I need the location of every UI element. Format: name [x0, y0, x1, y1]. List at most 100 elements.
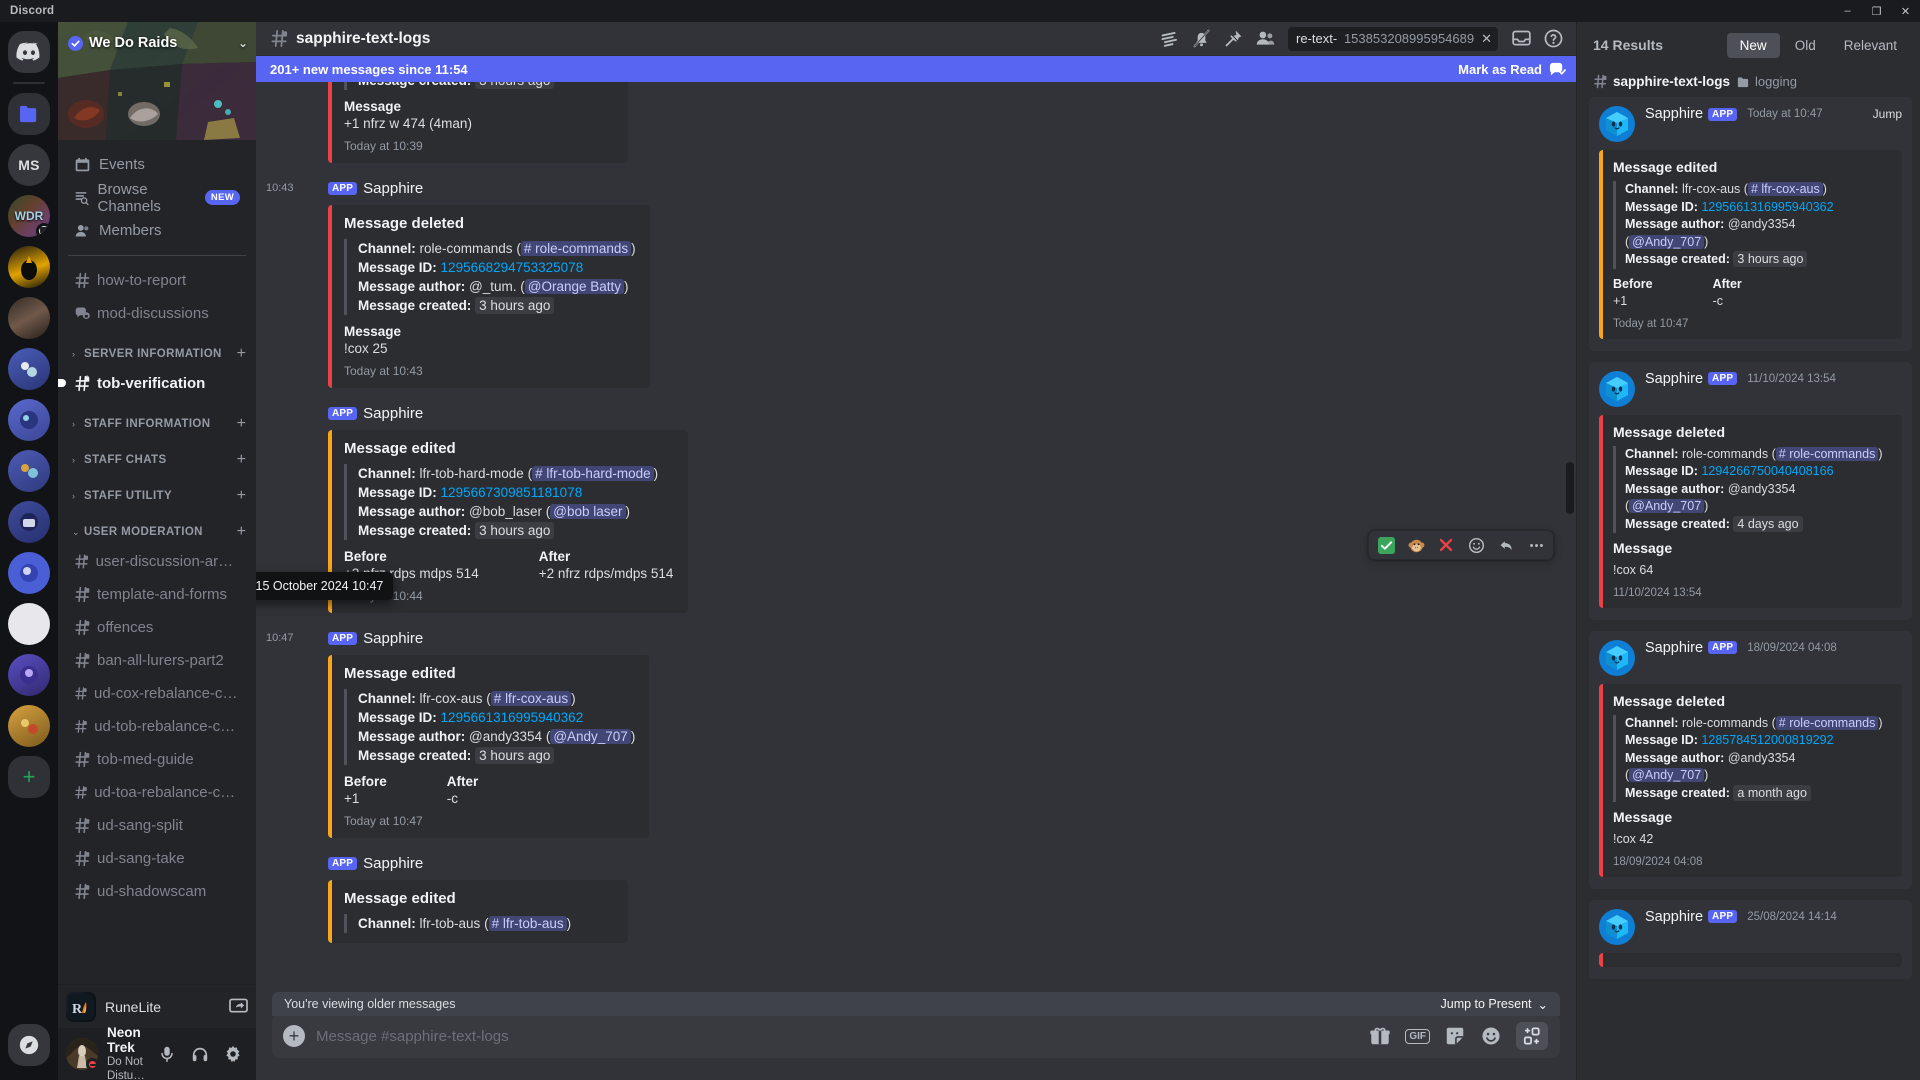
server-8[interactable] — [8, 399, 50, 441]
more-icon[interactable] — [1521, 531, 1551, 559]
close-button[interactable]: ✕ — [1891, 0, 1920, 22]
sidebar-item-members[interactable]: Members — [66, 214, 248, 247]
server-dropdown-chevron-icon[interactable]: ⌄ — [238, 36, 248, 50]
mention-chip[interactable]: @Andy_707 — [550, 729, 631, 744]
activity-panel-runelite[interactable]: R RuneLite — [58, 984, 256, 1028]
explore-servers-button[interactable] — [8, 1024, 50, 1066]
server-5[interactable] — [8, 246, 50, 288]
channel-chip[interactable]: # lfr-cox-aus — [1747, 182, 1823, 196]
sidebar-item-template-and-forms[interactable]: template-and-forms — [66, 578, 248, 610]
avatar[interactable] — [1599, 370, 1635, 407]
check-mark-icon[interactable] — [1371, 531, 1401, 559]
member-list-icon[interactable] — [1250, 24, 1280, 54]
channel-chip[interactable]: # lfr-tob-hard-mode — [532, 466, 654, 481]
message-scroll[interactable]: Message author: @_yamda_ (@yamda) Messag… — [256, 82, 1576, 992]
sidebar-item-offences[interactable]: offences — [66, 611, 248, 643]
reply-icon[interactable] — [1491, 531, 1521, 559]
channel-chip[interactable]: # lfr-tob-aus — [488, 916, 567, 931]
new-messages-banner[interactable]: 201+ new messages since 11:54 Mark as Re… — [256, 56, 1576, 82]
server-11[interactable] — [8, 552, 50, 594]
server-header-row[interactable]: We Do Raids ⌄ — [58, 28, 256, 58]
red-x-icon[interactable] — [1431, 531, 1461, 559]
sidebar-item-ud-tob-rebalance-changes[interactable]: ud-tob-rebalance-chang… — [66, 710, 248, 742]
tab-new[interactable]: New — [1726, 32, 1780, 58]
jump-to-present-button[interactable]: Jump to Present ⌄ — [1441, 997, 1549, 1012]
message-author[interactable]: Sapphire — [363, 180, 423, 197]
search-input[interactable]: re-text-logs 153853208995954689 ✕ — [1288, 26, 1498, 51]
message-author[interactable]: Sapphire — [363, 405, 423, 422]
mark-as-read-button[interactable]: Mark as Read — [1458, 61, 1566, 77]
server-13[interactable] — [8, 654, 50, 696]
sidebar-item-ud-toa-rebalance-changes[interactable]: ud-toa-rebalance-chang… — [66, 776, 248, 808]
category-server-information[interactable]: › SERVER INFORMATION + — [64, 330, 254, 366]
jump-button[interactable]: Jump — [1873, 107, 1902, 121]
category-staff-information[interactable]: › STAFF INFORMATION + — [64, 400, 254, 436]
mention-chip[interactable]: @Orange Batty — [524, 279, 625, 294]
message-id-link[interactable]: 1294266750040408166 — [1701, 464, 1833, 478]
sidebar-item-ud-cox-rebalance-changes[interactable]: ud-cox-rebalance-chang… — [66, 677, 248, 709]
mention-chip[interactable]: @Andy_707 — [1629, 768, 1705, 782]
sidebar-item-user-discussion-archive[interactable]: user-discussion-archive — [66, 545, 248, 577]
category-user-moderation[interactable]: ⌄ USER MODERATION + — [64, 508, 254, 544]
avatar[interactable] — [1599, 106, 1635, 142]
message-author[interactable]: Sapphire — [1645, 106, 1703, 122]
server-we-do-raids[interactable]: WDR — [8, 195, 50, 237]
message-id-link[interactable]: 1295661316995940362 — [441, 710, 584, 725]
search-result-item[interactable]: Sapphire APP 11/10/2024 13:54 Message de… — [1589, 361, 1912, 620]
message-author[interactable]: Sapphire — [1645, 909, 1703, 925]
add-reaction-icon[interactable] — [1461, 531, 1491, 559]
mention-chip[interactable]: @Andy_707 — [1629, 234, 1705, 249]
message-scrollbar[interactable] — [1566, 462, 1574, 514]
discord-home-button[interactable] — [8, 31, 50, 73]
tab-relevant[interactable]: Relevant — [1831, 33, 1910, 58]
search-result-channel-name[interactable]: sapphire-text-logs — [1613, 74, 1730, 89]
sidebar-item-ud-shadowscam[interactable]: ud-shadowscam — [66, 875, 248, 907]
server-10[interactable] — [8, 501, 50, 543]
search-result-item[interactable]: Jump Sapphire APP Today at 10:47 Message… — [1589, 97, 1912, 351]
server-7[interactable] — [8, 348, 50, 390]
monkey-icon[interactable] — [1401, 531, 1431, 559]
sidebar-item-events[interactable]: Events — [66, 148, 248, 181]
avatar[interactable] — [1599, 639, 1635, 676]
gift-icon[interactable] — [1369, 1025, 1391, 1047]
message-id-link[interactable]: 1295668294753325078 — [441, 260, 584, 275]
avatar[interactable] — [1599, 908, 1635, 945]
upload-attachment-button[interactable]: + — [272, 1014, 316, 1058]
headphones-icon[interactable] — [184, 1039, 215, 1070]
create-channel-icon[interactable]: + — [237, 488, 246, 504]
search-result-item[interactable]: Sapphire APP 18/09/2024 04:08 Message de… — [1589, 630, 1912, 889]
sidebar-item-ban-all-lurers-part2[interactable]: ban-all-lurers-part2 — [66, 644, 248, 676]
close-icon[interactable]: ✕ — [1481, 31, 1492, 47]
server-6[interactable] — [8, 297, 50, 339]
pin-icon[interactable] — [1218, 24, 1248, 54]
message-timestamp[interactable]: 10:47 — [266, 627, 318, 649]
message-author[interactable]: Sapphire — [363, 855, 423, 872]
server-9[interactable] — [8, 450, 50, 492]
search-results-list[interactable]: sapphire-text-logs logging Jump Sapphire… — [1577, 68, 1920, 1080]
message-composer[interactable]: + Message #sapphire-text-logs GIF — [272, 1014, 1560, 1058]
message-author[interactable]: Sapphire — [1645, 640, 1703, 656]
sticker-icon[interactable] — [1444, 1025, 1466, 1047]
user-info[interactable]: Neon Trek Do Not Distu… — [107, 1025, 151, 1080]
server-12[interactable] — [8, 603, 50, 645]
sidebar-item-browse-channels[interactable]: Browse Channels NEW — [66, 181, 248, 215]
threads-icon[interactable] — [1154, 24, 1184, 54]
screenshare-icon[interactable] — [229, 998, 248, 1015]
message-id-link[interactable]: 1285784512000819292 — [1701, 733, 1833, 747]
category-staff-utility[interactable]: › STAFF UTILITY + — [64, 472, 254, 508]
message-author[interactable]: Sapphire — [1645, 371, 1703, 387]
apps-icon[interactable] — [1516, 1022, 1548, 1050]
message-actions-toolbar[interactable] — [1368, 530, 1554, 560]
minimize-button[interactable]: – — [1833, 0, 1862, 22]
message-id-link[interactable]: 1295661316995940362 — [1701, 200, 1833, 214]
server-ms[interactable]: MS — [8, 144, 50, 186]
sidebar-item-ud-sang-take[interactable]: ud-sang-take — [66, 842, 248, 874]
help-icon[interactable] — [1538, 24, 1568, 54]
maximize-button[interactable]: ❐ — [1862, 0, 1891, 22]
category-staff-chats[interactable]: › STAFF CHATS + — [64, 436, 254, 472]
channel-chip[interactable]: # role-commands — [1775, 446, 1879, 461]
sidebar-item-ud-sang-split[interactable]: ud-sang-split — [66, 809, 248, 841]
sidebar-item-tob-med-guide[interactable]: tob-med-guide — [66, 743, 248, 775]
channel-chip[interactable]: # role-commands — [1775, 715, 1879, 730]
sidebar-item-mod-discussions[interactable]: mod-discussions — [66, 297, 248, 329]
